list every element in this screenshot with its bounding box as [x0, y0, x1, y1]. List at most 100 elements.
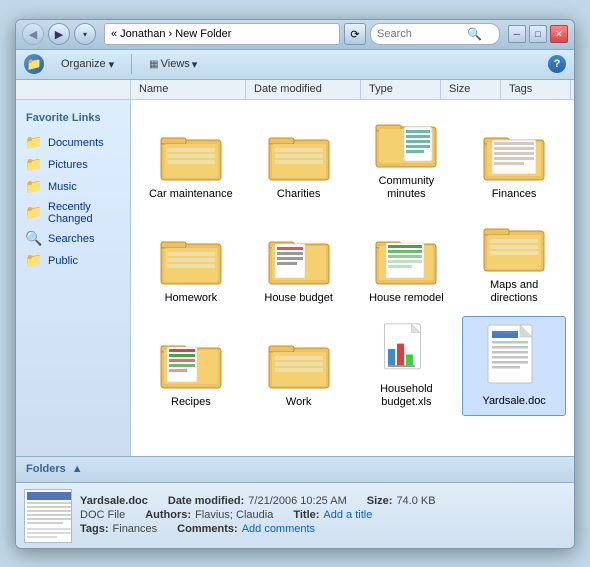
file-item-house-remodel[interactable]: House remodel: [355, 212, 459, 312]
sidebar-item-music[interactable]: 📁 Music: [16, 176, 130, 198]
status-authors-label: Authors:: [145, 509, 191, 521]
folders-bar-label: Folders: [26, 463, 66, 475]
sidebar-item-music-label: Music: [48, 181, 77, 193]
folder-icon-maps-directions: [482, 219, 546, 275]
folder-icon-charities: [267, 128, 331, 184]
folder-icon-house-remodel: [374, 232, 438, 288]
status-row-2: DOC File Authors: Flavius; Claudia Title…: [80, 509, 566, 521]
minimize-button[interactable]: ─: [508, 25, 526, 43]
sidebar-item-documents-label: Documents: [48, 137, 104, 149]
views-arrow-icon: ▾: [192, 58, 198, 71]
status-comments-value[interactable]: Add comments: [242, 523, 315, 535]
folder-icon-house-budget: [267, 232, 331, 288]
sidebar-item-searches[interactable]: 🔍 Searches: [16, 228, 130, 250]
file-item-finances[interactable]: Finances: [462, 108, 566, 208]
toolbar: 📁 Organize ▾ ▦ Views ▾ ?: [16, 50, 574, 80]
status-tags-field: Tags: Finances: [80, 523, 157, 535]
status-title-value[interactable]: Add a title: [323, 509, 372, 521]
dropdown-button[interactable]: ▾: [74, 23, 96, 45]
status-date-value: 7/21/2006 10:25 AM: [248, 495, 346, 507]
refresh-button[interactable]: ⟳: [344, 23, 366, 45]
status-size-value: 74.0 KB: [396, 495, 435, 507]
col-header-size[interactable]: Size: [441, 80, 501, 99]
col-header-type[interactable]: Type: [361, 80, 441, 99]
status-filename: Yardsale.doc: [80, 495, 148, 507]
file-label-maps-directions: Maps and directions: [466, 279, 562, 305]
file-label-house-budget: House budget: [264, 292, 333, 305]
sidebar-item-public-label: Public: [48, 255, 78, 267]
address-bar: ⟳ 🔍: [104, 23, 500, 45]
file-item-homework[interactable]: Homework: [139, 212, 243, 312]
folder-nav-icon: 📁: [24, 54, 44, 74]
status-title-field: Title: Add a title: [293, 509, 372, 521]
pictures-icon: 📁: [26, 157, 42, 173]
file-label-recipes: Recipes: [171, 396, 211, 409]
documents-icon: 📁: [26, 135, 42, 151]
organize-button[interactable]: Organize ▾: [52, 54, 123, 75]
public-icon: 📁: [26, 253, 42, 269]
status-info: Yardsale.doc Date modified: 7/21/2006 10…: [80, 489, 566, 542]
col-header-name[interactable]: Name: [131, 80, 246, 99]
sidebar: Favorite Links 📁 Documents 📁 Pictures 📁 …: [16, 100, 131, 456]
file-item-house-budget[interactable]: House budget: [247, 212, 351, 312]
back-button[interactable]: ◀: [22, 23, 44, 45]
status-size-field: Size: 74.0 KB: [367, 495, 436, 507]
status-title-label: Title:: [293, 509, 319, 521]
views-icon: ▦: [149, 59, 158, 70]
file-item-community-minutes[interactable]: Community minutes: [355, 108, 459, 208]
sidebar-item-public[interactable]: 📁 Public: [16, 250, 130, 272]
status-thumb-icon: [25, 490, 72, 543]
file-item-car-maintenance[interactable]: Car maintenance: [139, 108, 243, 208]
status-filetype: DOC File: [80, 509, 125, 521]
file-item-yardsale-doc[interactable]: Yardsale.doc: [462, 316, 566, 416]
file-label-finances: Finances: [492, 188, 537, 201]
file-item-recipes[interactable]: Recipes: [139, 316, 243, 416]
sidebar-item-pictures-label: Pictures: [48, 159, 88, 171]
music-icon: 📁: [26, 179, 42, 195]
file-label-work: Work: [286, 396, 311, 409]
status-thumbnail: [24, 489, 72, 543]
sidebar-item-pictures[interactable]: 📁 Pictures: [16, 154, 130, 176]
title-bar: ◀ ▶ ▾ ⟳ 🔍 ─ □ ✕: [16, 20, 574, 50]
file-item-maps-directions[interactable]: Maps and directions: [462, 212, 566, 312]
status-date-label: Date modified:: [168, 495, 244, 507]
close-button[interactable]: ✕: [550, 25, 568, 43]
maximize-button[interactable]: □: [529, 25, 547, 43]
folder-icon-community-minutes: [374, 115, 438, 171]
file-label-homework: Homework: [165, 292, 218, 305]
folder-icon-homework: [159, 232, 223, 288]
status-tags-value: Finances: [113, 523, 158, 535]
folder-icon-finances: [482, 128, 546, 184]
folder-icon-work: [267, 336, 331, 392]
address-input[interactable]: [104, 23, 340, 45]
col-header-sidebar-spacer: [16, 80, 131, 99]
file-label-house-remodel: House remodel: [369, 292, 444, 305]
col-header-tags[interactable]: Tags: [501, 80, 571, 99]
status-tags-label: Tags:: [80, 523, 109, 535]
search-input[interactable]: [377, 28, 467, 40]
help-button[interactable]: ?: [548, 55, 566, 73]
status-filetype-field: DOC File: [80, 509, 125, 521]
folders-bar-arrow-icon: ▲: [72, 463, 83, 475]
file-item-charities[interactable]: Charities: [247, 108, 351, 208]
main-content: Favorite Links 📁 Documents 📁 Pictures 📁 …: [16, 100, 574, 456]
sidebar-section-title: Favorite Links: [16, 108, 130, 128]
status-row-3: Tags: Finances Comments: Add comments: [80, 523, 566, 535]
file-label-household-budget: Household budget.xls: [359, 383, 455, 409]
file-item-household-budget[interactable]: Household budget.xls: [355, 316, 459, 416]
status-date-field: Date modified: 7/21/2006 10:25 AM: [168, 495, 347, 507]
sidebar-item-recently-changed-label: Recently Changed: [48, 201, 120, 225]
sidebar-item-documents[interactable]: 📁 Documents: [16, 132, 130, 154]
views-button[interactable]: ▦ Views ▾: [140, 54, 206, 75]
col-header-date[interactable]: Date modified: [246, 80, 361, 99]
window-controls: ─ □ ✕: [508, 25, 568, 43]
searches-icon: 🔍: [26, 231, 42, 247]
organize-label: Organize: [61, 58, 106, 70]
folder-icon-car-maintenance: [159, 128, 223, 184]
sidebar-item-recently-changed[interactable]: 📁 Recently Changed: [16, 198, 130, 228]
recently-changed-icon: 📁: [26, 205, 42, 221]
file-item-work[interactable]: Work: [247, 316, 351, 416]
folders-bar[interactable]: Folders ▲: [16, 456, 574, 482]
forward-button[interactable]: ▶: [48, 23, 70, 45]
search-box: 🔍: [370, 23, 500, 45]
